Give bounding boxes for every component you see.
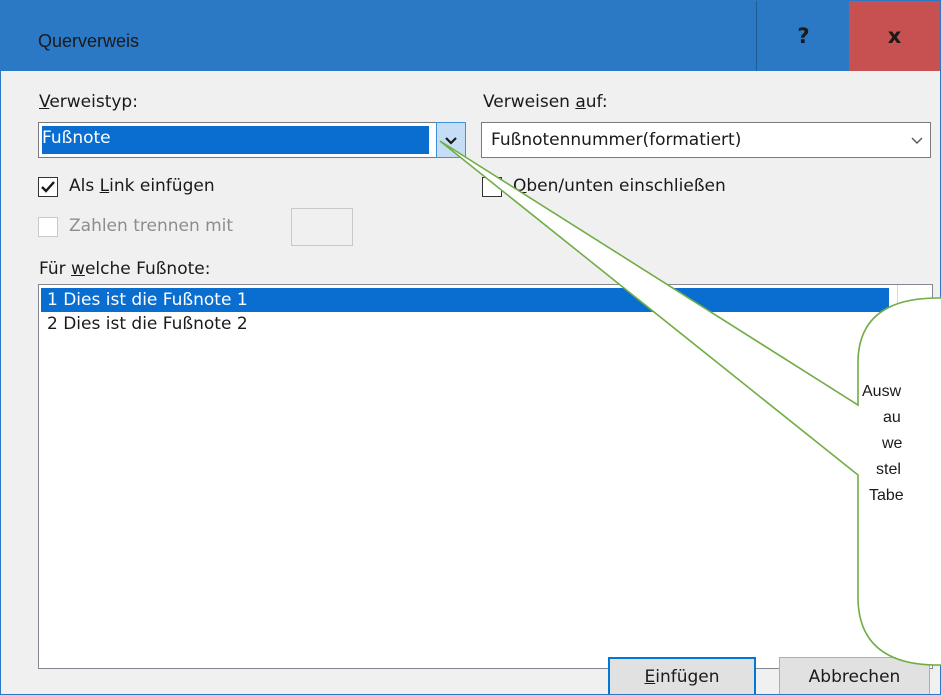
zahlen-trennen-checkbox xyxy=(38,217,58,237)
title-bar[interactable]: Querverweis ? x xyxy=(1,1,940,71)
zahlen-trennen-field xyxy=(291,208,353,246)
fussnote-list-label: Für welche Fußnote: xyxy=(39,259,211,279)
verweisen-auf-label: Verweisen auf: xyxy=(483,92,608,112)
querverweis-dialog: Querverweis ? x Verweistyp: Fußnote Verw… xyxy=(0,0,941,695)
checkmark-icon xyxy=(41,181,55,193)
zahlen-trennen-label: Zahlen trennen mit xyxy=(69,216,234,236)
oben-unten-checkbox[interactable] xyxy=(482,177,502,197)
help-button[interactable]: ? xyxy=(756,1,850,71)
cancel-button[interactable]: Abbrechen xyxy=(779,657,930,694)
als-link-checkbox[interactable] xyxy=(38,177,58,197)
verweisen-auf-dropdown-button[interactable] xyxy=(902,123,930,157)
oben-unten-label[interactable]: Oben/unten einschließen xyxy=(513,176,726,196)
als-link-label[interactable]: Als Link einfügen xyxy=(69,176,215,196)
verweisen-auf-value: Fußnotennummer(formatiert) xyxy=(491,130,742,150)
verweistyp-label: Verweistyp: xyxy=(39,92,138,112)
fussnote-listbox[interactable]: 1 Dies ist die Fußnote 1 2 Dies ist die … xyxy=(38,284,933,669)
chevron-down-icon xyxy=(445,136,457,145)
list-item[interactable]: 2 Dies ist die Fußnote 2 xyxy=(41,312,889,336)
dialog-title: Querverweis xyxy=(38,31,140,51)
list-item[interactable]: 1 Dies ist die Fußnote 1 xyxy=(41,288,889,312)
callout-text: Ausw au we stel Tabe xyxy=(862,383,904,504)
close-button[interactable]: x xyxy=(849,1,940,71)
verweisen-auf-select[interactable]: Fußnotennummer(formatiert) xyxy=(481,122,931,158)
chevron-down-icon xyxy=(911,137,922,144)
scrollbar[interactable] xyxy=(897,285,932,313)
verweistyp-select[interactable]: Fußnote xyxy=(38,122,466,158)
insert-button[interactable]: Einfügen xyxy=(608,657,756,694)
close-icon: x xyxy=(887,24,902,48)
help-icon: ? xyxy=(797,24,810,48)
dialog-body: Verweistyp: Fußnote Verweisen auf: Fußno… xyxy=(9,71,933,694)
verweistyp-dropdown-button[interactable] xyxy=(436,122,466,158)
verweistyp-value: Fußnote xyxy=(42,128,111,148)
